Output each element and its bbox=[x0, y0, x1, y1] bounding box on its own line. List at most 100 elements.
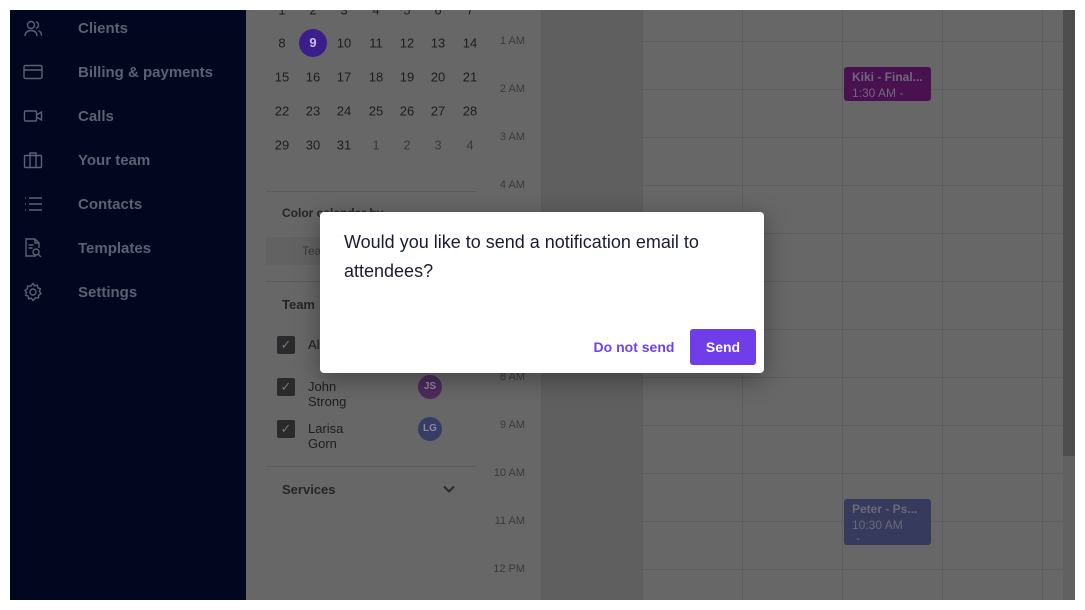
event-end: - bbox=[856, 531, 860, 545]
sidebar-item-label: Your team bbox=[78, 151, 151, 169]
do-not-send-button[interactable]: Do not send bbox=[586, 329, 682, 365]
calendar-day[interactable]: 17 bbox=[329, 70, 359, 85]
calendar-day[interactable]: 12 bbox=[392, 36, 422, 51]
day-column-line bbox=[1042, 10, 1043, 600]
day-column-line bbox=[942, 10, 943, 600]
calendar-day[interactable]: 1 bbox=[361, 138, 391, 153]
calendar-day[interactable]: 19 bbox=[392, 70, 422, 85]
calendar-day[interactable]: 20 bbox=[423, 70, 453, 85]
sidebar-item-calls[interactable]: Calls bbox=[10, 96, 246, 136]
document-search-icon bbox=[23, 238, 43, 258]
sidebar-item-label: Billing & payments bbox=[78, 63, 214, 81]
team-member-name: Larisa Gorn bbox=[308, 421, 344, 451]
calendar-day[interactable]: 8 bbox=[267, 36, 297, 51]
calendar-day[interactable]: 5 bbox=[392, 10, 422, 18]
sidebar-item-label: Contacts bbox=[78, 195, 143, 213]
calendar-day[interactable]: 23 bbox=[298, 104, 328, 119]
time-label: 11 AM bbox=[494, 515, 525, 527]
time-label: 9 AM bbox=[499, 419, 525, 431]
divider bbox=[266, 466, 477, 467]
calendar-day[interactable]: 26 bbox=[392, 104, 422, 119]
video-icon bbox=[23, 106, 43, 126]
gear-icon bbox=[23, 282, 43, 302]
notification-dialog: Would you like to send a notification em… bbox=[320, 212, 764, 373]
sidebar-item-label: Calls bbox=[78, 107, 114, 125]
divider bbox=[266, 191, 477, 192]
calendar-day[interactable]: 2 bbox=[298, 10, 328, 18]
calendar-day[interactable]: 24 bbox=[329, 104, 359, 119]
team-member-name: Al bbox=[308, 337, 320, 352]
briefcase-icon bbox=[23, 150, 43, 170]
avatar: JS bbox=[418, 375, 442, 399]
scrollbar-thumb[interactable] bbox=[1063, 10, 1075, 456]
time-label: 10 AM bbox=[493, 467, 525, 479]
calendar-day[interactable]: 7 bbox=[455, 10, 485, 18]
hour-line bbox=[541, 89, 1063, 90]
event-time: 1:30 AM - bbox=[852, 86, 904, 100]
send-button[interactable]: Send bbox=[690, 329, 756, 365]
checkbox-checked[interactable]: ✓ bbox=[277, 336, 295, 354]
dialog-message: Would you like to send a notification em… bbox=[344, 232, 699, 281]
calendar-day[interactable]: 6 bbox=[423, 10, 453, 18]
toggle-label: Tea bbox=[302, 244, 322, 258]
calendar-day[interactable]: 28 bbox=[455, 104, 485, 119]
day-column-line bbox=[842, 10, 843, 600]
sidebar-item-templates[interactable]: Templates bbox=[10, 228, 246, 268]
hour-line bbox=[541, 521, 1063, 522]
hour-line bbox=[541, 473, 1063, 474]
time-label: 2 AM bbox=[499, 83, 525, 95]
calendar-day[interactable]: 4 bbox=[361, 10, 391, 18]
hour-line bbox=[541, 185, 1063, 186]
hour-line bbox=[541, 41, 1063, 42]
calendar-day[interactable]: 18 bbox=[361, 70, 391, 85]
calendar-day[interactable]: 31 bbox=[329, 138, 359, 153]
checkbox-checked[interactable]: ✓ bbox=[277, 420, 295, 438]
calendar-event[interactable]: Peter - Ps... 10:30 AM - bbox=[844, 499, 931, 545]
hour-line bbox=[541, 377, 1063, 378]
sidebar: Clients Billing & payments Calls Your team C… bbox=[10, 10, 246, 600]
event-title: Peter - Ps... bbox=[852, 502, 918, 516]
calendar-day[interactable]: 3 bbox=[423, 138, 453, 153]
hour-line bbox=[541, 137, 1063, 138]
hour-line bbox=[541, 425, 1063, 426]
calendar-day[interactable]: 13 bbox=[423, 36, 453, 51]
selected-day[interactable]: 9 bbox=[299, 29, 327, 57]
team-label: Team bbox=[282, 297, 315, 312]
calendar-event[interactable]: Kiki - Final... 1:30 AM - bbox=[844, 67, 931, 101]
calendar-day[interactable]: 16 bbox=[298, 70, 328, 85]
sidebar-item-settings[interactable]: Settings bbox=[10, 272, 246, 312]
time-label: 3 AM bbox=[499, 131, 525, 143]
sidebar-item-clients[interactable]: Clients bbox=[10, 10, 246, 48]
calendar-day[interactable]: 15 bbox=[267, 70, 297, 85]
sidebar-item-label: Settings bbox=[78, 283, 138, 301]
chevron-down-icon bbox=[442, 482, 456, 501]
calendar-day[interactable]: 27 bbox=[423, 104, 453, 119]
services-label: Services bbox=[282, 482, 336, 497]
event-title: Kiki - Final... bbox=[852, 70, 923, 84]
calendar-day[interactable]: 30 bbox=[298, 138, 328, 153]
hour-line bbox=[541, 569, 1063, 570]
scrollbar[interactable] bbox=[1063, 10, 1075, 600]
sidebar-item-billing-payments[interactable]: Billing & payments bbox=[10, 52, 246, 92]
sidebar-item-label: Templates bbox=[78, 239, 152, 257]
time-label: 4 AM bbox=[499, 179, 525, 191]
calendar-day[interactable]: 29 bbox=[267, 138, 297, 153]
calendar-day[interactable]: 22 bbox=[267, 104, 297, 119]
checkbox-checked[interactable]: ✓ bbox=[277, 378, 295, 396]
calendar-day[interactable]: 1 bbox=[267, 10, 297, 18]
list-icon bbox=[23, 194, 43, 214]
services-section[interactable]: Services bbox=[266, 476, 466, 504]
calendar-day[interactable]: 11 bbox=[361, 36, 391, 51]
sidebar-item-your-team[interactable]: Your team bbox=[10, 140, 246, 180]
sidebar-item-contacts[interactable]: Contacts bbox=[10, 184, 246, 224]
calendar-day[interactable]: 10 bbox=[329, 36, 359, 51]
time-label: 12 PM bbox=[493, 563, 525, 575]
calendar-day[interactable]: 25 bbox=[361, 104, 391, 119]
avatar: LG bbox=[418, 417, 442, 441]
credit-card-icon bbox=[23, 62, 43, 82]
calendar-day[interactable]: 3 bbox=[329, 10, 359, 18]
event-time: 10:30 AM bbox=[852, 518, 903, 532]
sidebar-item-label: Clients bbox=[78, 19, 129, 37]
team-member-name: John Strong bbox=[308, 379, 347, 409]
calendar-day[interactable]: 2 bbox=[392, 138, 422, 153]
